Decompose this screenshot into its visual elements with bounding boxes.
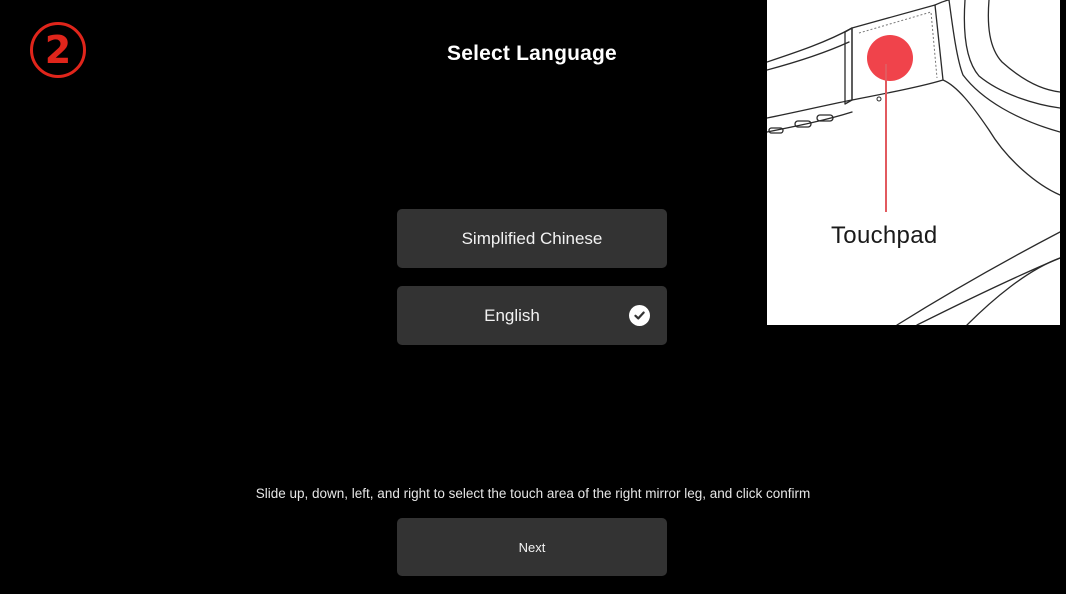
touchpad-illustration: Touchpad: [767, 0, 1060, 325]
instruction-text: Slide up, down, left, and right to selec…: [255, 486, 811, 501]
touchpad-callout-label: Touchpad: [831, 222, 938, 249]
language-option-label: Simplified Chinese: [461, 228, 603, 248]
language-option-english[interactable]: English: [397, 286, 667, 345]
page-title-text: Select Language: [447, 42, 617, 65]
glasses-temple-icon: [767, 0, 1060, 325]
next-button[interactable]: Next: [397, 518, 667, 576]
language-option-label: English: [484, 305, 540, 325]
check-circle-icon: [629, 305, 650, 326]
language-option-simplified-chinese[interactable]: Simplified Chinese: [397, 209, 667, 268]
next-button-label: Next: [518, 539, 546, 555]
